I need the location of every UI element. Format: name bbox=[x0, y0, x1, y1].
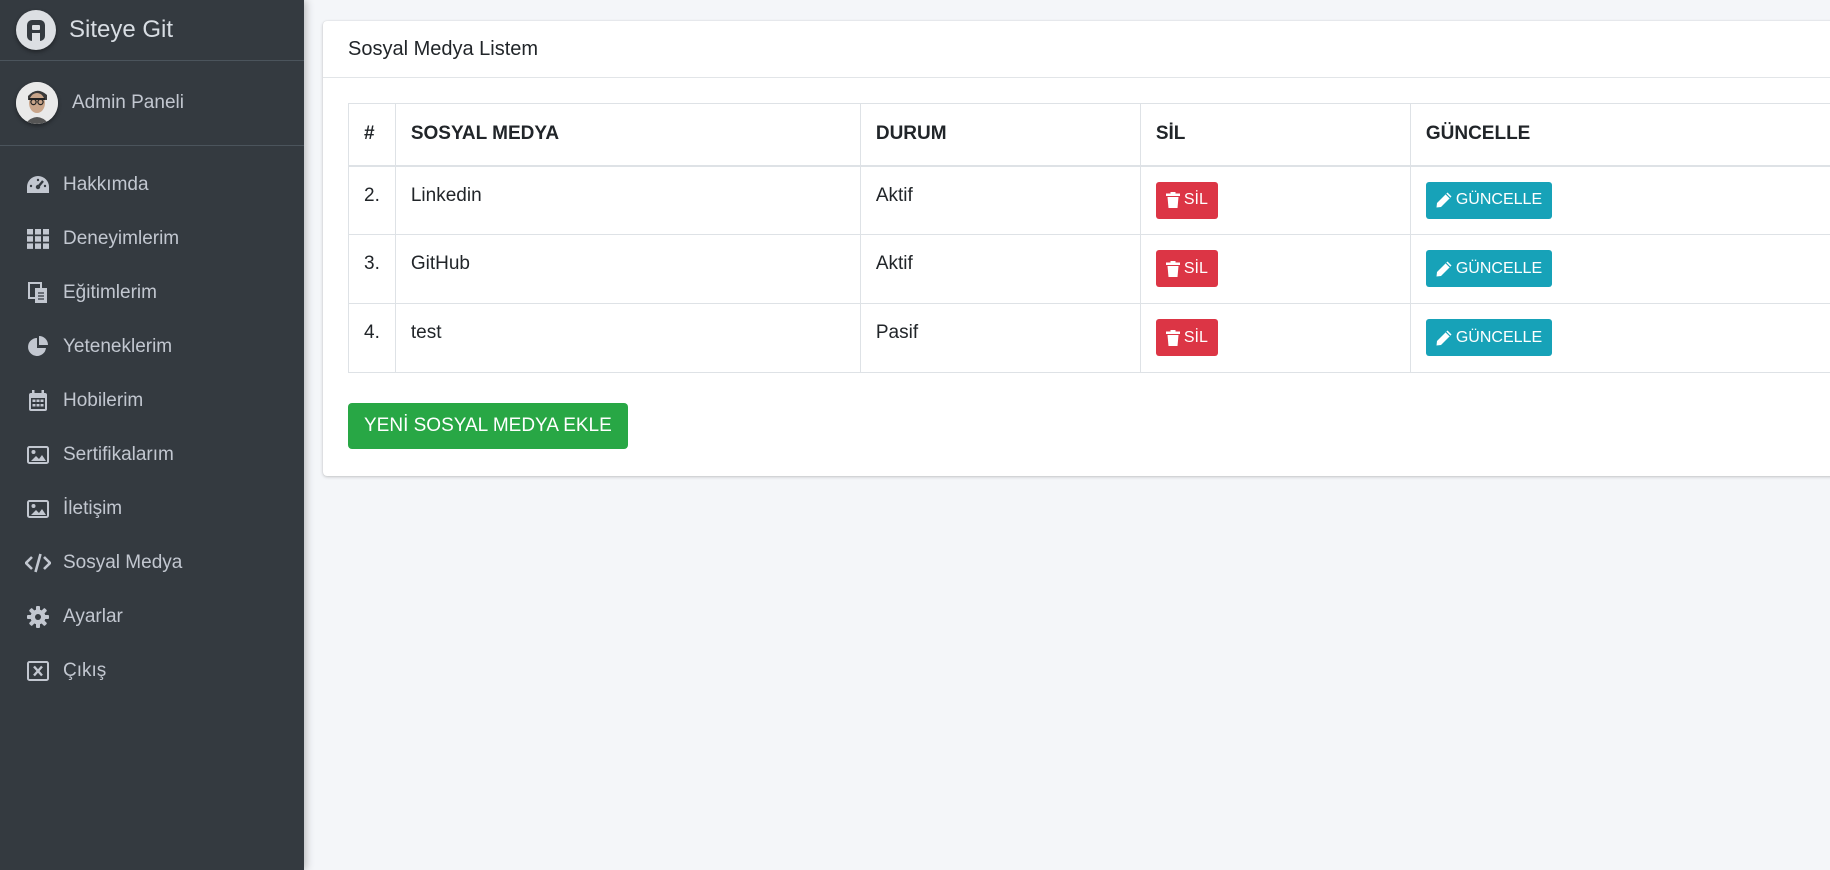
column-header-status: DURUM bbox=[859, 103, 1141, 167]
user-panel[interactable]: Admin Paneli bbox=[0, 61, 304, 146]
update-button-label: GÜNCELLE bbox=[1455, 191, 1543, 208]
delete-button-label: SİL bbox=[1183, 191, 1208, 208]
update-button-label: GÜNCELLE bbox=[1455, 259, 1543, 277]
close-square-icon bbox=[25, 658, 51, 684]
sidebar-item-label: Yeteneklerim bbox=[63, 336, 173, 357]
sidebar-item-label: Çıkış bbox=[63, 660, 107, 681]
user-name: Admin Paneli bbox=[72, 92, 184, 113]
sidebar-item-hakkimda[interactable]: Hakkımda bbox=[0, 158, 304, 212]
delete-button-label: SİL bbox=[1183, 328, 1208, 346]
column-header-number: # bbox=[348, 103, 396, 167]
pie-chart-icon bbox=[25, 334, 51, 360]
table-row: 4. test Pasif SİL GÜNCELLE bbox=[348, 303, 1830, 373]
update-button[interactable]: GÜNCELLE bbox=[1425, 319, 1553, 356]
delete-button-label: SİL bbox=[1183, 259, 1208, 277]
update-button-label: GÜNCELLE bbox=[1455, 328, 1543, 346]
sidebar-nav: Hakkımda Deneyimlerim Eğitimlerim Yetene… bbox=[0, 158, 304, 698]
row-status: Aktif bbox=[859, 165, 1141, 235]
pencil-icon bbox=[1436, 261, 1452, 276]
card-body: # SOSYAL MEDYA DURUM SİL GÜNCELLE 2. Lin… bbox=[323, 78, 1830, 474]
sidebar-item-cikis[interactable]: Çıkış bbox=[0, 644, 304, 698]
sidebar-item-label: Ayarlar bbox=[63, 606, 123, 627]
sidebar-item-deneyimlerim[interactable]: Deneyimlerim bbox=[0, 212, 304, 266]
sidebar-item-label: Hakkımda bbox=[63, 174, 149, 195]
update-button[interactable]: GÜNCELLE bbox=[1425, 250, 1553, 287]
row-social-media-name: test bbox=[394, 303, 861, 373]
brand-link[interactable]: Siteye Git bbox=[0, 0, 304, 61]
delete-button[interactable]: SİL bbox=[1155, 250, 1218, 287]
delete-button[interactable]: SİL bbox=[1155, 319, 1218, 356]
column-header-delete: SİL bbox=[1139, 103, 1411, 167]
trash-icon bbox=[1165, 192, 1180, 208]
row-social-media-name: GitHub bbox=[394, 234, 861, 304]
row-status: Pasif bbox=[859, 303, 1141, 373]
sidebar-item-ayarlar[interactable]: Ayarlar bbox=[0, 590, 304, 644]
code-icon bbox=[25, 550, 51, 576]
row-status: Aktif bbox=[859, 234, 1141, 304]
row-delete-cell: SİL bbox=[1139, 165, 1411, 235]
sidebar-item-label: Eğitimlerim bbox=[63, 282, 157, 303]
sidebar: Siteye Git Admin Paneli Hakkımda Deneyim… bbox=[0, 0, 304, 870]
copy-icon bbox=[25, 280, 51, 306]
calendar-icon bbox=[25, 388, 51, 414]
sidebar-item-sertifikalarim[interactable]: Sertifikalarım bbox=[0, 428, 304, 482]
row-delete-cell: SİL bbox=[1139, 234, 1411, 304]
pencil-icon bbox=[1436, 192, 1452, 208]
card-title: Sosyal Medya Listem bbox=[323, 21, 1830, 78]
column-header-update: GÜNCELLE bbox=[1409, 103, 1830, 167]
grid-icon bbox=[25, 226, 51, 252]
add-social-media-button[interactable]: YENİ SOSYAL MEDYA EKLE bbox=[348, 403, 628, 449]
social-media-card: Sosyal Medya Listem # SOSYAL MEDYA DURUM… bbox=[323, 21, 1830, 476]
delete-button[interactable]: SİL bbox=[1155, 181, 1218, 219]
sidebar-item-hobilerim[interactable]: Hobilerim bbox=[0, 374, 304, 428]
row-number: 2. bbox=[348, 165, 396, 235]
sidebar-item-iletisim[interactable]: İletişim bbox=[0, 482, 304, 536]
sidebar-item-label: Hobilerim bbox=[63, 390, 144, 411]
table-row: 2. Linkedin Aktif SİL GÜNCELLE bbox=[348, 165, 1830, 235]
sidebar-item-label: Sertifikalarım bbox=[63, 444, 174, 465]
letter-a-logo-icon bbox=[16, 10, 56, 50]
row-update-cell: GÜNCELLE bbox=[1409, 303, 1830, 373]
sidebar-item-label: Deneyimlerim bbox=[63, 228, 180, 249]
sidebar-item-egitimlerim[interactable]: Eğitimlerim bbox=[0, 266, 304, 320]
row-update-cell: GÜNCELLE bbox=[1409, 234, 1830, 304]
tachometer-icon bbox=[25, 172, 51, 198]
table-row: 3. GitHub Aktif SİL GÜNCELLE bbox=[348, 234, 1830, 304]
row-update-cell: GÜNCELLE bbox=[1409, 165, 1830, 235]
update-button[interactable]: GÜNCELLE bbox=[1425, 181, 1553, 219]
row-number: 3. bbox=[348, 234, 396, 304]
trash-icon bbox=[1165, 329, 1180, 346]
sidebar-item-label: İletişim bbox=[63, 498, 123, 519]
sidebar-item-label: Sosyal Medya bbox=[63, 552, 183, 573]
sidebar-item-yeteneklerim[interactable]: Yeteneklerim bbox=[0, 320, 304, 374]
row-social-media-name: Linkedin bbox=[394, 165, 861, 235]
trash-icon bbox=[1165, 260, 1180, 277]
table-header-row: # SOSYAL MEDYA DURUM SİL GÜNCELLE bbox=[348, 103, 1830, 167]
avatar bbox=[16, 82, 58, 124]
brand-text: Siteye Git bbox=[69, 16, 174, 43]
row-delete-cell: SİL bbox=[1139, 303, 1411, 373]
sidebar-item-sosyal-medya[interactable]: Sosyal Medya bbox=[0, 536, 304, 590]
column-header-social-media: SOSYAL MEDYA bbox=[394, 103, 861, 167]
row-number: 4. bbox=[348, 303, 396, 373]
gear-icon bbox=[25, 604, 51, 630]
pencil-icon bbox=[1436, 330, 1452, 345]
image-icon bbox=[25, 496, 51, 522]
image-icon bbox=[25, 442, 51, 468]
social-media-table: # SOSYAL MEDYA DURUM SİL GÜNCELLE 2. Lin… bbox=[348, 103, 1830, 373]
